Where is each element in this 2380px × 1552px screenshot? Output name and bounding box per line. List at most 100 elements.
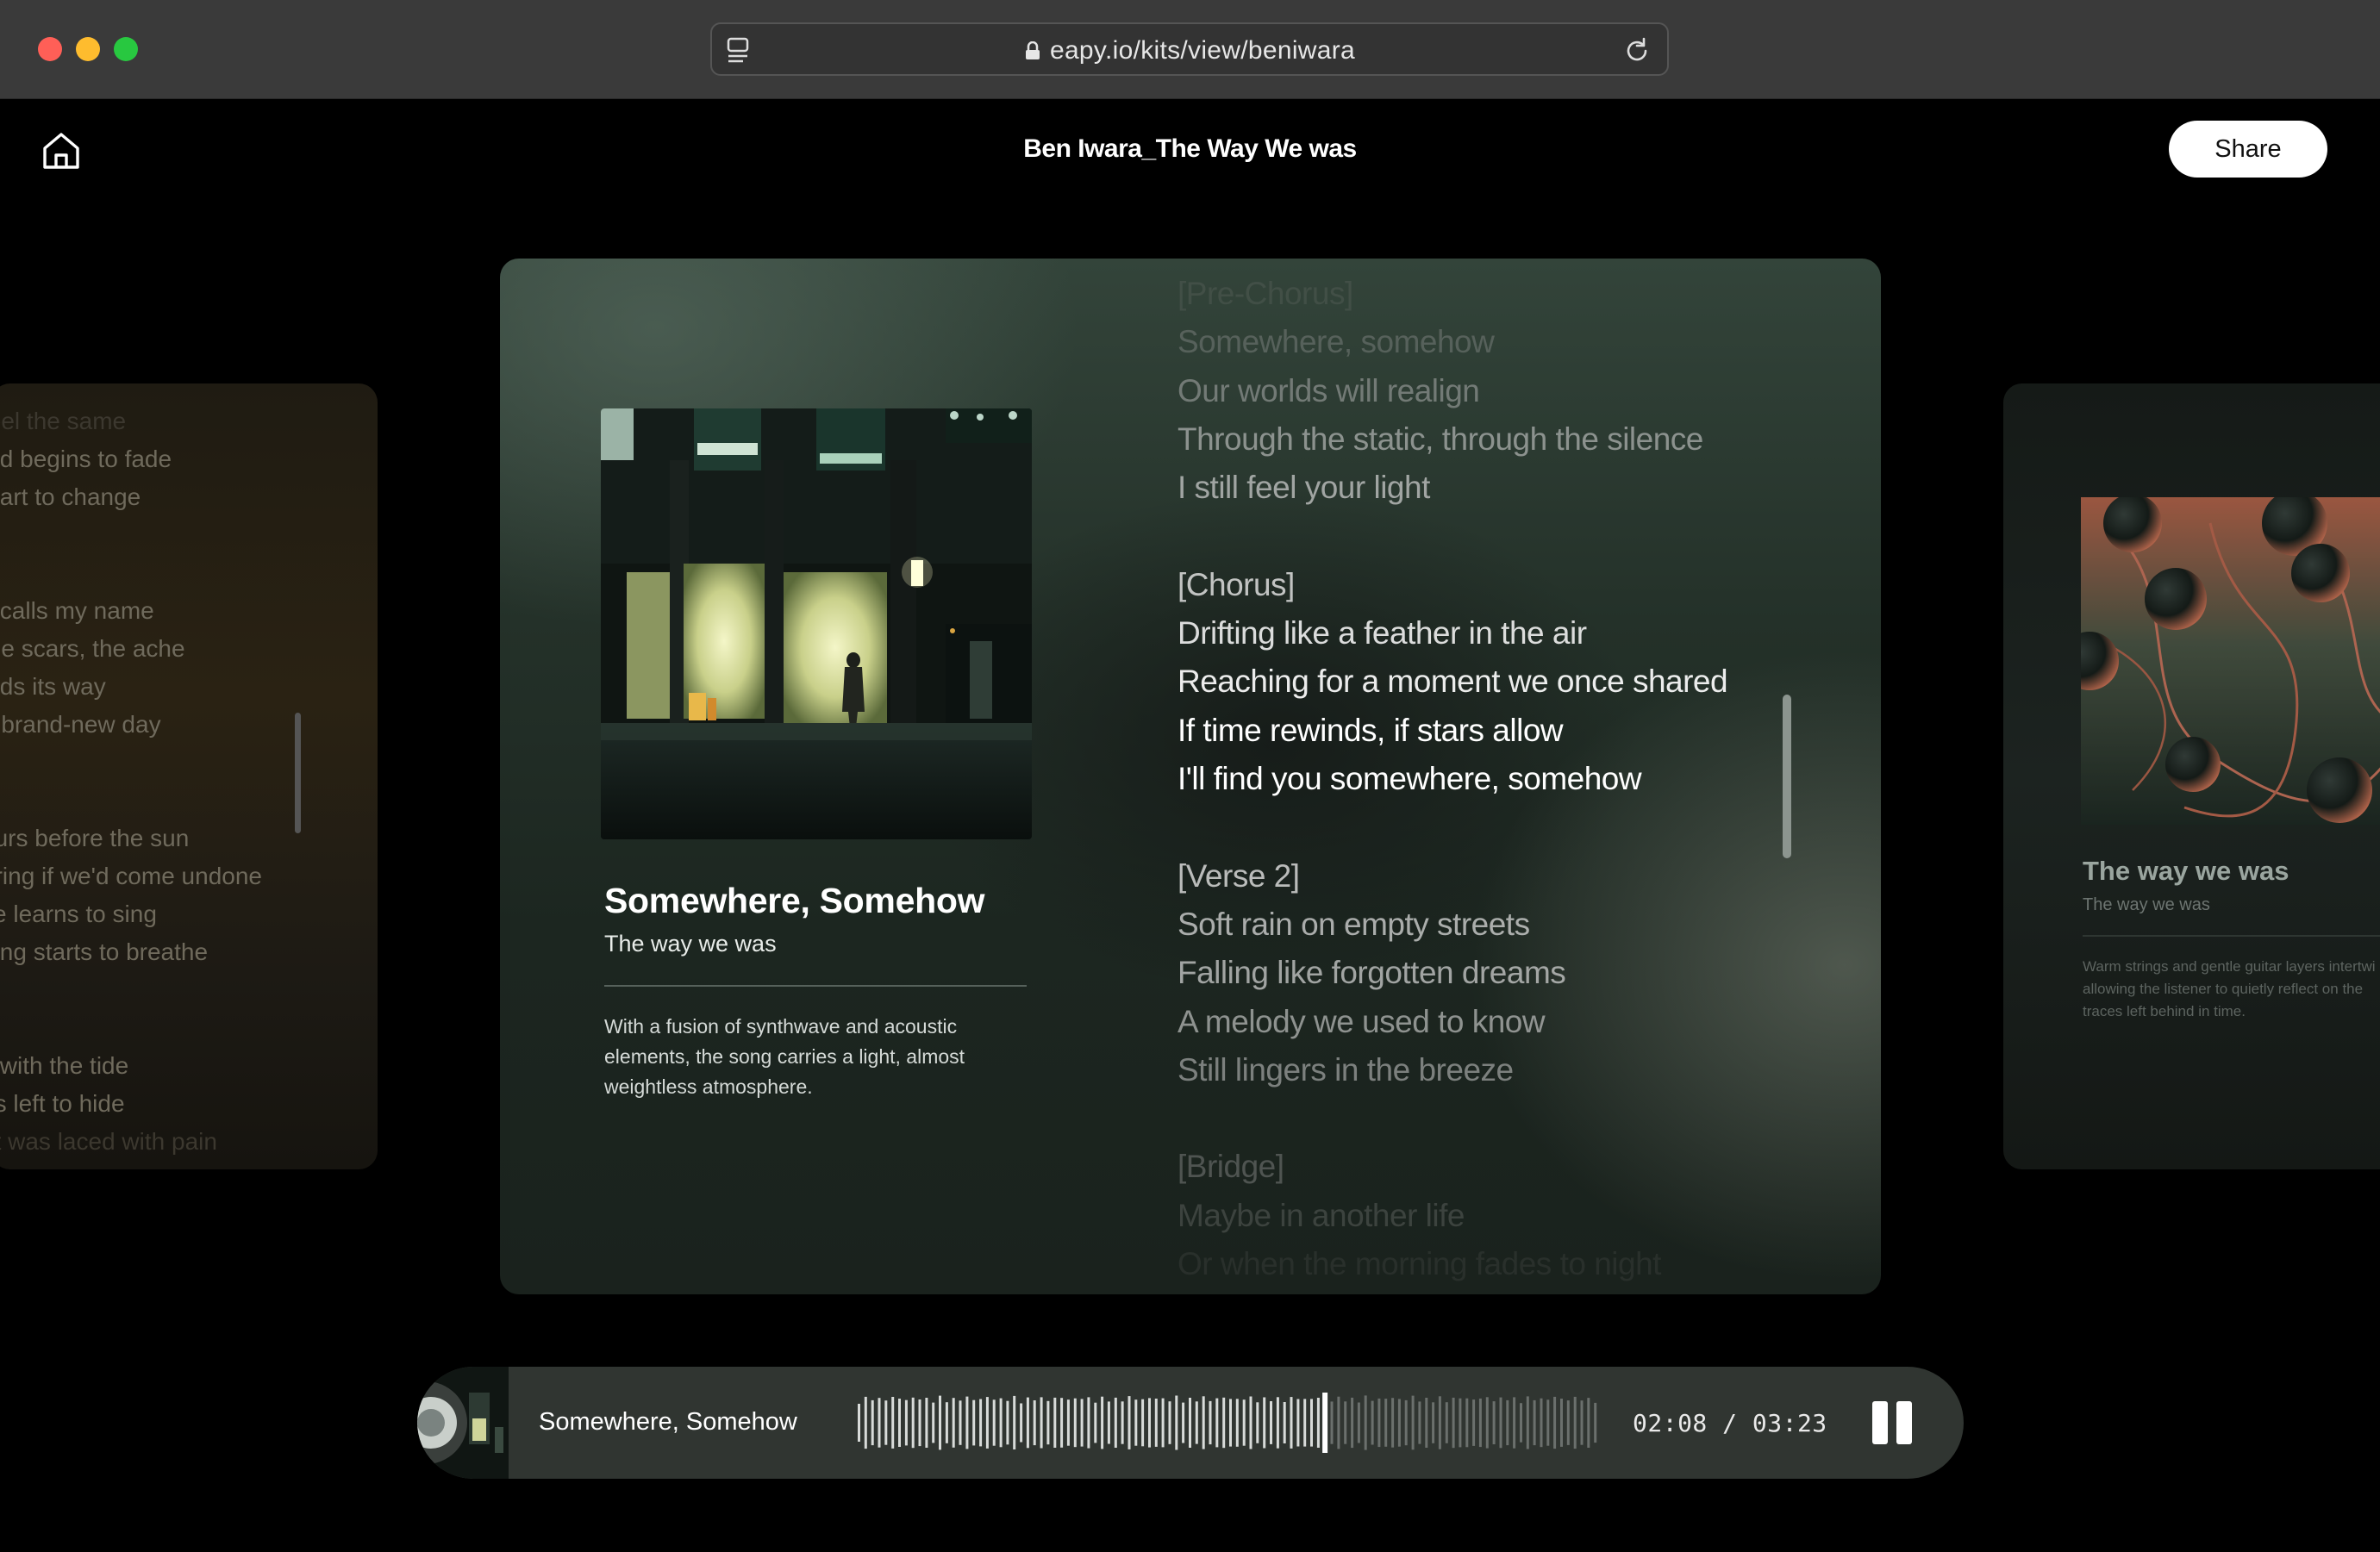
lyrics-scrollbar[interactable]: [1783, 695, 1791, 858]
waveform-bar: [1459, 1398, 1462, 1448]
waveform-bar: [878, 1398, 881, 1448]
share-button[interactable]: Share: [2169, 121, 2327, 178]
previous-track-card[interactable]: feel the same eld begins to fade start to …: [0, 383, 378, 1169]
pause-icon[interactable]: [1871, 1401, 1914, 1444]
maximize-window-button[interactable]: [114, 37, 138, 61]
lyric-line: ce learns to sing: [0, 901, 157, 927]
waveform-bar: [979, 1399, 983, 1447]
waveform-bar: [1270, 1401, 1272, 1444]
waveform-bar: [1418, 1401, 1421, 1444]
lyrics-panel[interactable]: [Pre-Chorus] Somewhere, somehow Our worlds…: [1178, 259, 1798, 1294]
waveform-bar: [1587, 1398, 1590, 1448]
waveform-bar: [992, 1399, 996, 1446]
time-separator: /: [1722, 1409, 1738, 1437]
waveform-bar: [1114, 1397, 1117, 1448]
waveform-bar: [1256, 1402, 1259, 1443]
waveform-bar: [1391, 1398, 1395, 1448]
waveform-bar: [1175, 1395, 1178, 1450]
waveform-bar: [1148, 1398, 1151, 1448]
next-track-card[interactable]: The way we was The way we was Warm strin…: [2003, 383, 2380, 1169]
waveform-bar: [1371, 1400, 1374, 1445]
waveform-bar: [1276, 1397, 1279, 1449]
lyric-line: ns left to hide: [0, 1090, 125, 1117]
waveform-bar: [858, 1404, 860, 1442]
waveform-bar: [1377, 1398, 1381, 1448]
lyric-line: Through the static, through the silence: [1178, 421, 1703, 457]
player-thumbnail: [417, 1367, 509, 1479]
address-bar[interactable]: eapy.io/kits/view/beniwara: [710, 22, 1669, 76]
lyric-line: Still lingers in the breeze: [1178, 1051, 1514, 1088]
waveform-bar: [1573, 1396, 1577, 1449]
reload-icon[interactable]: [1622, 36, 1652, 65]
waveform-bar: [1540, 1398, 1543, 1448]
waveform-bar: [904, 1399, 908, 1446]
waveform-bar: [1033, 1400, 1036, 1446]
waveform-bar: [871, 1399, 874, 1446]
song-title: Somewhere, Somehow: [604, 881, 985, 920]
waveform-bar: [1060, 1398, 1064, 1448]
waveform-bar: [1337, 1396, 1340, 1449]
waveform-bar: [945, 1402, 948, 1443]
waveform-bar: [925, 1398, 928, 1448]
waveform-bar: [1472, 1399, 1476, 1446]
waveform-bar: [898, 1399, 901, 1447]
browser-chrome: eapy.io/kits/view/beniwara: [0, 0, 2380, 99]
waveform-bar: [1351, 1397, 1354, 1449]
waveform-bar: [999, 1398, 1003, 1448]
waveform-bar: [1087, 1397, 1090, 1449]
lyric-line: ours before the sun: [0, 825, 190, 851]
player-track-title: Somewhere, Somehow: [539, 1408, 797, 1436]
waveform-bar: [1229, 1399, 1232, 1447]
waveform-bar: [1492, 1401, 1496, 1444]
next-track-description-line: traces left behind in time.: [2083, 1003, 2246, 1019]
minimize-window-button[interactable]: [76, 37, 100, 61]
waveform-bar: [1128, 1396, 1131, 1449]
waveform-bar: [1594, 1402, 1597, 1443]
waveform-bar: [1107, 1401, 1110, 1444]
waveform-bar: [1080, 1399, 1084, 1447]
waveform-bar: [1168, 1401, 1171, 1444]
next-track-description-line: Warm strings and gentle guitar layers in…: [2083, 958, 2376, 975]
waveform-bar: [1195, 1401, 1198, 1444]
waveform-bar: [1263, 1397, 1266, 1449]
waveform-bar: [1425, 1398, 1428, 1448]
previous-track-scrollbar[interactable]: [295, 713, 301, 833]
lyric-line: start to change: [0, 483, 141, 510]
waveform-bar: [1303, 1399, 1307, 1447]
waveform-bar: [1566, 1400, 1570, 1445]
waveform-bar: [918, 1399, 921, 1447]
waveform-bar: [1364, 1395, 1367, 1450]
lyric-line: If time rewinds, if stars allow: [1178, 712, 1564, 748]
playhead[interactable]: [1322, 1393, 1328, 1453]
current-track-card: Somewhere, Somehow The way we was With a…: [500, 259, 1881, 1294]
waveform-bar: [1553, 1396, 1557, 1449]
lyric-line: ning starts to breathe: [0, 938, 209, 965]
waveform-bar: [1235, 1399, 1239, 1447]
close-window-button[interactable]: [38, 37, 62, 61]
waveform-bar: [952, 1398, 955, 1448]
waveform-scrubber[interactable]: [857, 1393, 1600, 1453]
waveform-bar: [1134, 1399, 1138, 1446]
lyric-line: it calls my name: [0, 597, 154, 624]
lyric-line: ering if we'd come undone: [0, 863, 262, 889]
waveform-bar: [1161, 1398, 1165, 1448]
next-track-title: The way we was: [2083, 856, 2289, 886]
waveform-bar: [864, 1396, 867, 1449]
waveform-bar: [1316, 1398, 1320, 1448]
lyric-line: [0, 1009, 362, 1047]
waveform-bar: [959, 1400, 962, 1445]
song-description: With a fusion of synthwave and acoustic …: [604, 1015, 965, 1098]
lyric-line: [0, 516, 362, 554]
lyric-line: A melody we used to know: [1178, 1003, 1546, 1039]
waveform-bar: [1465, 1398, 1469, 1448]
waveform-bar: [1432, 1402, 1435, 1443]
waveform-bar: [1485, 1397, 1489, 1449]
waveform-bar: [1209, 1400, 1212, 1445]
waveform-bar: [1046, 1400, 1050, 1445]
waveform-bar: [1222, 1397, 1226, 1449]
waveform-bar: [1006, 1400, 1009, 1445]
next-track-description: Warm strings and gentle guitar layers in…: [2083, 956, 2380, 1023]
waveform-bar: [1478, 1398, 1482, 1448]
waveform-bar: [1397, 1399, 1401, 1447]
waveform-bar: [1438, 1396, 1441, 1449]
